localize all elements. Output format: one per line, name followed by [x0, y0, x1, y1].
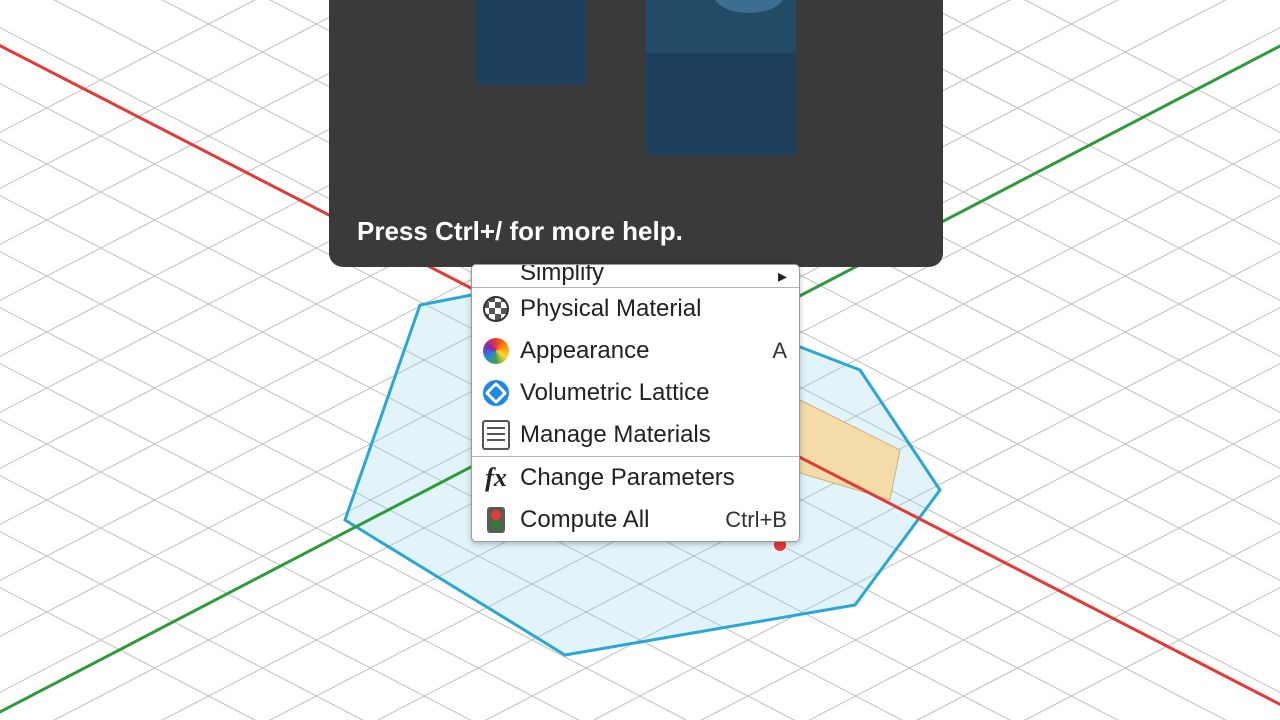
menu-item-compute-all[interactable]: Compute All Ctrl+B — [472, 499, 799, 541]
menu-item-volumetric-lattice[interactable]: Volumetric Lattice — [472, 372, 799, 414]
menu-item-physical-material[interactable]: Physical Material — [472, 288, 799, 330]
submenu-arrow-icon: ▸ — [778, 266, 787, 287]
menu-item-label: Simplify — [520, 265, 778, 287]
tool-preview-image — [329, 0, 943, 202]
menu-item-manage-materials[interactable]: Manage Materials — [472, 414, 799, 456]
menu-item-label: Appearance — [520, 337, 772, 365]
preview-part-left — [476, 0, 586, 85]
menu-item-appearance[interactable]: Appearance A — [472, 330, 799, 372]
menu-item-label: Physical Material — [520, 295, 787, 323]
appearance-icon — [482, 337, 510, 365]
modify-context-menu: Simplify ▸ Physical Material Appearance … — [471, 264, 800, 542]
tool-preview-panel: Press Ctrl+/ for more help. — [329, 0, 943, 267]
volumetric-lattice-icon — [482, 379, 510, 407]
fx-icon: fx — [482, 464, 510, 492]
preview-part-right — [646, 0, 796, 155]
menu-item-shortcut: A — [772, 338, 787, 364]
physical-material-icon — [482, 295, 510, 323]
menu-item-simplify[interactable]: Simplify ▸ — [472, 265, 799, 287]
menu-item-label: Compute All — [520, 506, 725, 534]
simplify-icon — [482, 265, 510, 287]
compute-all-icon — [482, 506, 510, 534]
menu-item-label: Change Parameters — [520, 464, 787, 492]
menu-item-label: Manage Materials — [520, 421, 787, 449]
manage-materials-icon — [482, 421, 510, 449]
tool-preview-hint: Press Ctrl+/ for more help. — [329, 202, 943, 267]
menu-item-label: Volumetric Lattice — [520, 379, 787, 407]
menu-item-change-parameters[interactable]: fx Change Parameters — [472, 457, 799, 499]
menu-item-shortcut: Ctrl+B — [725, 507, 787, 533]
